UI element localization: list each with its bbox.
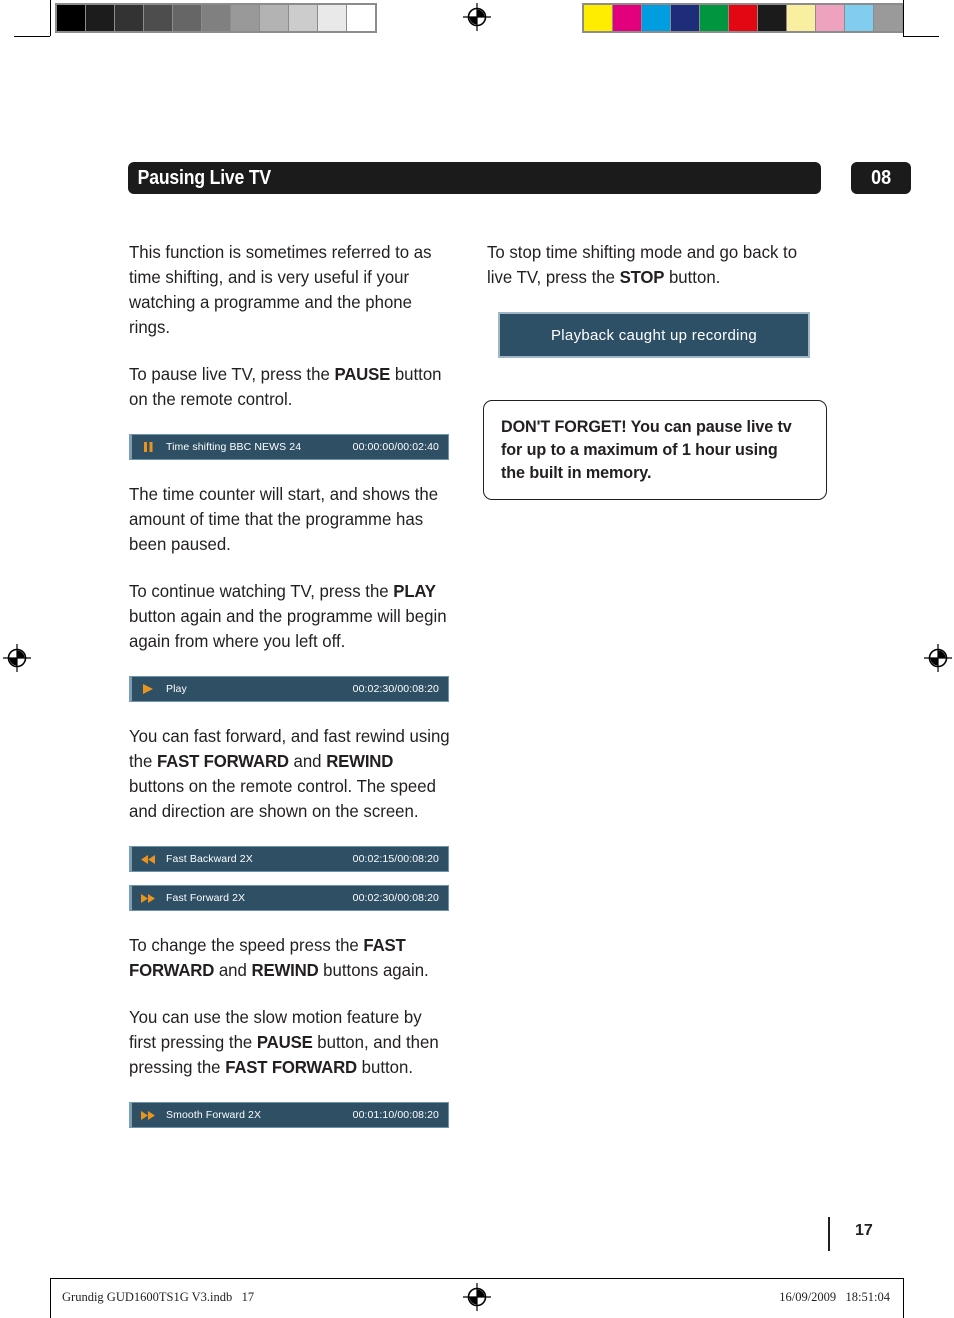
change-speed-pre: To change the speed press the [129, 935, 364, 955]
osd-time-smooth-forward: 00:01:10/00:08:20 [352, 1109, 439, 1121]
osd-time-fast-forward: 00:02:30/00:08:20 [352, 892, 439, 904]
paragraph-intro-text: This function is sometimes referred to a… [129, 242, 432, 337]
footer-timestamp: 16/09/2009 18:51:04 [779, 1290, 890, 1304]
osd-time-fast-backward: 00:02:15/00:08:20 [352, 853, 439, 865]
paragraph-intro: This function is sometimes referred to a… [129, 240, 453, 340]
osd-label-fast-backward: Fast Backward 2X [166, 853, 253, 865]
osd-bar-time-shifting: Time shifting BBC NEWS 24 00:00:00/00:02… [129, 434, 449, 460]
play-instruction-post: button again and the programme will begi… [129, 606, 447, 651]
right-text-column: To stop time shifting mode and go back t… [483, 240, 827, 500]
play-instruction-pre: To continue watching TV, press the [129, 581, 394, 601]
footer-filename: Grundig GUD1600TS1G V3.indb 17 [62, 1290, 255, 1304]
left-text-column: This function is sometimes referred to a… [129, 240, 466, 1150]
paragraph-fastforward-rewind: You can fast forward, and fast rewind us… [129, 724, 453, 824]
paragraph-stop-instruction: To stop time shifting mode and go back t… [487, 240, 813, 290]
page-number-divider [828, 1217, 830, 1251]
play-icon [140, 684, 156, 694]
manual-page: Pausing Live TV 08 This function is some… [0, 0, 954, 1318]
fast-backward-icon [140, 854, 156, 864]
play-button-keyword: PLAY [393, 581, 436, 601]
osd-bar-play: Play 00:02:30/00:08:20 [129, 676, 449, 702]
page-number: 17 [855, 1222, 873, 1239]
pause-instruction-pre: To pause live TV, press the [129, 364, 335, 384]
chapter-number-label: 08 [870, 166, 892, 189]
pause-icon [140, 442, 156, 452]
pause-keyword-2: PAUSE [256, 1032, 313, 1052]
rewind-keyword-1: REWIND [326, 751, 394, 771]
playback-dialog-label: Playback caught up recording [550, 326, 758, 344]
slow-motion-post: button. [356, 1057, 414, 1077]
change-speed-post: buttons again. [318, 960, 429, 980]
page-title: Pausing Live TV [137, 166, 271, 189]
footer-divider-right [903, 1278, 904, 1318]
osd-bar-fast-backward: Fast Backward 2X 00:02:15/00:08:20 [129, 846, 449, 872]
change-speed-mid: and [214, 960, 252, 980]
osd-label-play: Play [166, 683, 187, 695]
paragraph-slow-motion: You can use the slow motion feature by f… [129, 1005, 453, 1080]
dont-forget-text: DON'T FORGET! You can pause live tv for … [501, 417, 792, 482]
ff-rw-mid: and [288, 751, 327, 771]
osd-time-play: 00:02:30/00:08:20 [352, 683, 439, 695]
stop-instruction-post: button. [664, 267, 721, 287]
osd-bar-fast-forward: Fast Forward 2X 00:02:30/00:08:20 [129, 885, 449, 911]
osd-label-smooth-forward: Smooth Forward 2X [166, 1109, 262, 1121]
dont-forget-callout-box: DON'T FORGET! You can pause live tv for … [483, 400, 827, 500]
paragraph-pause-instruction: To pause live TV, press the PAUSE button… [129, 362, 453, 412]
osd-label-time-shifting: Time shifting BBC NEWS 24 [166, 441, 302, 453]
paragraph-time-counter-text: The time counter will start, and shows t… [129, 484, 439, 554]
fast-forward-keyword-1: FAST FORWARD [157, 751, 289, 771]
footer-divider-left [50, 1278, 51, 1318]
footer-rule [50, 1278, 904, 1279]
fast-forward-icon [140, 1110, 156, 1120]
playback-caught-up-dialog: Playback caught up recording [498, 312, 810, 358]
osd-bar-smooth-forward: Smooth Forward 2X 00:01:10/00:08:20 [129, 1102, 449, 1128]
fast-forward-keyword-3: FAST FORWARD [225, 1057, 357, 1077]
paragraph-play-instruction: To continue watching TV, press the PLAY … [129, 579, 453, 654]
stop-button-keyword: STOP [619, 267, 665, 287]
paragraph-change-speed: To change the speed press the FAST FORWA… [129, 933, 453, 983]
osd-label-fast-forward: Fast Forward 2X [166, 892, 246, 904]
rewind-keyword-2: REWIND [251, 960, 319, 980]
fast-forward-icon [140, 893, 156, 903]
osd-time-time-shifting: 00:00:00/00:02:40 [352, 441, 439, 453]
paragraph-time-counter: The time counter will start, and shows t… [129, 482, 453, 557]
chapter-header-bar: Pausing Live TV [128, 162, 821, 194]
ff-rw-post: buttons on the remote control. The speed… [129, 776, 436, 821]
chapter-number-badge: 08 [851, 162, 911, 194]
pause-button-keyword: PAUSE [334, 364, 391, 384]
